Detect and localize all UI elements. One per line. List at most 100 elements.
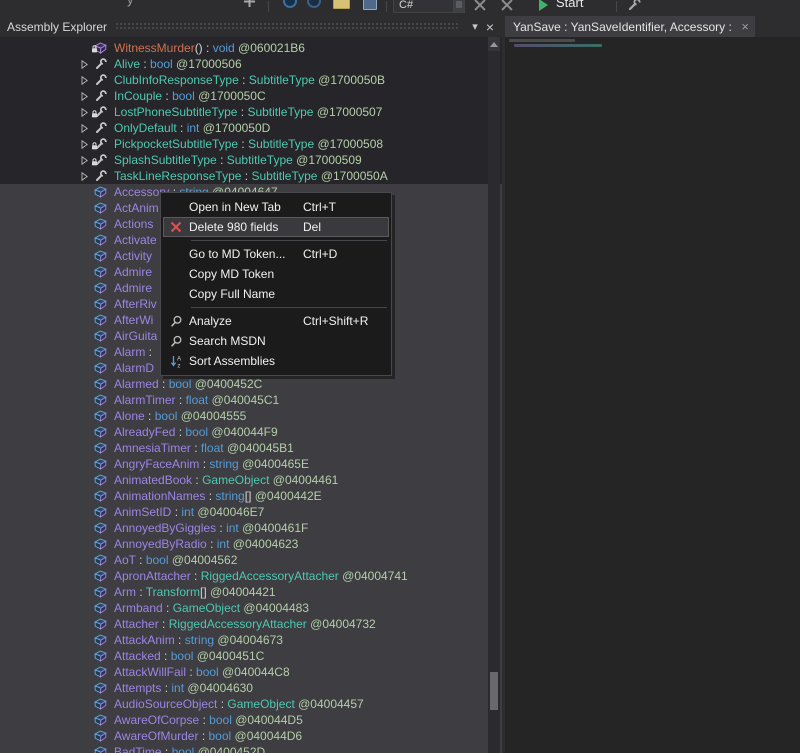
- menu-item-open-in-new-tab[interactable]: Open in New TabCtrl+T: [163, 197, 389, 217]
- field-icon: [94, 442, 112, 454]
- combobox-dropdown-icon[interactable]: [453, 0, 464, 12]
- scrollbar-thumb[interactable]: [490, 672, 498, 710]
- add-icon[interactable]: [244, 0, 255, 10]
- tree-row-annoyedbyradio[interactable]: AnnoyedByRadio : int @04004623: [0, 536, 502, 552]
- menu-item-label: Go to MD Token...: [189, 247, 303, 261]
- tree-row-audiosourceobject[interactable]: AudioSourceObject : GameObject @04004457: [0, 696, 502, 712]
- context-menu: Open in New TabCtrl+TDelete 980 fieldsDe…: [160, 192, 392, 376]
- tree-row-animationnames[interactable]: AnimationNames : string[] @0400442E: [0, 488, 502, 504]
- panel-menu-caret-icon[interactable]: ▾: [468, 18, 482, 36]
- row-text: AnnoyedByGiggles : int @0400461F: [112, 521, 308, 535]
- tree-row-badtime[interactable]: BadTime : bool @0400452D: [0, 744, 502, 753]
- settings-wrench-icon[interactable]: [627, 0, 641, 12]
- row-text: Admire: [112, 265, 152, 279]
- menu-item-shortcut: Ctrl+T: [303, 200, 383, 214]
- menu-item-delete-980-fields[interactable]: Delete 980 fieldsDel: [163, 217, 389, 237]
- tree-row-apronattacher[interactable]: ApronAttacher : RiggedAccessoryAttacher …: [0, 568, 502, 584]
- row-text: AlarmTimer : float @040045C1: [112, 393, 279, 407]
- menu-item-shortcut: Ctrl+Shift+R: [303, 314, 383, 328]
- panel-title: Assembly Explorer: [7, 20, 115, 34]
- menu-item-label: Open in New Tab: [189, 200, 303, 214]
- tree-row-armband[interactable]: Armband : GameObject @04004483: [0, 600, 502, 616]
- tree-row-onlydefault[interactable]: OnlyDefault : int @1700050D: [0, 120, 502, 136]
- faint-code-line: [509, 39, 575, 42]
- property-icon: [94, 154, 112, 167]
- save-icon[interactable]: [363, 0, 377, 10]
- row-text: AfterWi: [112, 313, 153, 327]
- row-text: SplashSubtitleType : SubtitleType @17000…: [112, 153, 362, 167]
- row-text: Attacher : RiggedAccessoryAttacher @0400…: [112, 617, 376, 631]
- tree-row-alone[interactable]: Alone : bool @04004555: [0, 408, 502, 424]
- tree-row-awareofcorpse[interactable]: AwareOfCorpse : bool @040044D5: [0, 712, 502, 728]
- scroll-up-button[interactable]: [488, 37, 500, 51]
- row-text: Alone : bool @04004555: [112, 409, 246, 423]
- row-text: AnimatedBook : GameObject @04004461: [112, 473, 338, 487]
- tree-row-witnessmurder[interactable]: WitnessMurder() : void @060021B6: [0, 40, 502, 56]
- property-icon: [94, 122, 112, 135]
- tree-row-annoyedbygiggles[interactable]: AnnoyedByGiggles : int @0400461F: [0, 520, 502, 536]
- tree-row-attackwillfail[interactable]: AttackWillFail : bool @040044C8: [0, 664, 502, 680]
- tree-row-pickpocketsubtitletype[interactable]: PickpocketSubtitleType : SubtitleType @1…: [0, 136, 502, 152]
- tree-row-incouple[interactable]: InCouple : bool @1700050C: [0, 88, 502, 104]
- expander-icon[interactable]: [80, 172, 94, 181]
- menu-item-copy-md-token[interactable]: Copy MD Token: [163, 264, 389, 284]
- row-text: Activity: [112, 249, 152, 263]
- tree-row-animatedbook[interactable]: AnimatedBook : GameObject @04004461: [0, 472, 502, 488]
- menu-item-sort-assemblies[interactable]: AzSort Assemblies: [163, 351, 389, 371]
- row-text: OnlyDefault : int @1700050D: [112, 121, 270, 135]
- tree-row-amnesiatimer[interactable]: AmnesiaTimer : float @040045B1: [0, 440, 502, 456]
- forward-circle-icon[interactable]: [307, 0, 321, 8]
- tree-row-alive[interactable]: Alive : bool @17000506: [0, 56, 502, 72]
- tree-scrollbar[interactable]: [488, 37, 500, 753]
- tree-row-tasklineresponsetype[interactable]: TaskLineResponseType : SubtitleType @170…: [0, 168, 502, 184]
- row-text: WitnessMurder() : void @060021B6: [112, 41, 305, 55]
- tab-yansave[interactable]: YanSave : YanSaveIdentifier, Accessory :…: [505, 16, 755, 37]
- field-icon: [94, 346, 112, 358]
- tree-row-alarmtimer[interactable]: AlarmTimer : float @040045C1: [0, 392, 502, 408]
- start-play-icon[interactable]: [539, 0, 548, 11]
- tree-row-attacher[interactable]: Attacher : RiggedAccessoryAttacher @0400…: [0, 616, 502, 632]
- row-text: AttackAnim : string @04004673: [112, 633, 283, 647]
- tree-row-splashsubtitletype[interactable]: SplashSubtitleType : SubtitleType @17000…: [0, 152, 502, 168]
- tree-row-animsetid[interactable]: AnimSetID : int @040046E7: [0, 504, 502, 520]
- field-icon: [94, 234, 112, 246]
- tree-row-attacked[interactable]: Attacked : bool @0400451C: [0, 648, 502, 664]
- tree-row-awareofmurder[interactable]: AwareOfMurder : bool @040044D6: [0, 728, 502, 744]
- tree-row-arm[interactable]: Arm : Transform[] @04004421: [0, 584, 502, 600]
- menu-item-search-msdn[interactable]: Search MSDN: [163, 331, 389, 351]
- tree-row-aot[interactable]: AoT : bool @04004562: [0, 552, 502, 568]
- main-toolbar: y C# Start: [0, 0, 800, 13]
- start-button[interactable]: Start: [556, 0, 583, 10]
- property-icon: [94, 74, 112, 87]
- field-icon: [94, 586, 112, 598]
- assembly-explorer-header: Assembly Explorer ▾ ×: [0, 16, 502, 37]
- menu-item-copy-full-name[interactable]: Copy Full Name: [163, 284, 389, 304]
- row-text: Alarmed : bool @0400452C: [112, 377, 262, 391]
- tree-row-attackanim[interactable]: AttackAnim : string @04004673: [0, 632, 502, 648]
- back-circle-icon[interactable]: [283, 0, 297, 8]
- expander-icon[interactable]: [80, 92, 94, 101]
- expander-icon[interactable]: [80, 124, 94, 133]
- panel-close-icon[interactable]: ×: [482, 18, 498, 36]
- field-icon: [94, 426, 112, 438]
- open-folder-icon[interactable]: [333, 0, 350, 9]
- field-icon: [94, 714, 112, 726]
- tab-title: YanSave : YanSaveIdentifier, Accessory :…: [513, 20, 735, 34]
- field-icon: [94, 490, 112, 502]
- tree-row-clubinforesponsetype[interactable]: ClubInfoResponseType : SubtitleType @170…: [0, 72, 502, 88]
- menu-item-analyze[interactable]: AnalyzeCtrl+Shift+R: [163, 311, 389, 331]
- tree-row-angryfaceanim[interactable]: AngryFaceAnim : string @0400465E: [0, 456, 502, 472]
- field-icon: [94, 650, 112, 662]
- panel-grip-texture: [115, 22, 458, 31]
- expander-icon[interactable]: [80, 60, 94, 69]
- tab-close-icon[interactable]: ×: [735, 19, 749, 34]
- language-combobox[interactable]: C#: [393, 0, 465, 13]
- menu-item-go-to-md-token[interactable]: Go to MD Token...Ctrl+D: [163, 244, 389, 264]
- tree-row-alreadyfed[interactable]: AlreadyFed : bool @040044F9: [0, 424, 502, 440]
- menu-item-label: Sort Assemblies: [189, 354, 303, 368]
- method-icon: [94, 42, 112, 54]
- expander-icon[interactable]: [80, 76, 94, 85]
- tree-row-alarmed[interactable]: Alarmed : bool @0400452C: [0, 376, 502, 392]
- tree-row-attempts[interactable]: Attempts : int @04004630: [0, 680, 502, 696]
- tree-row-lostphonesubtitletype[interactable]: LostPhoneSubtitleType : SubtitleType @17…: [0, 104, 502, 120]
